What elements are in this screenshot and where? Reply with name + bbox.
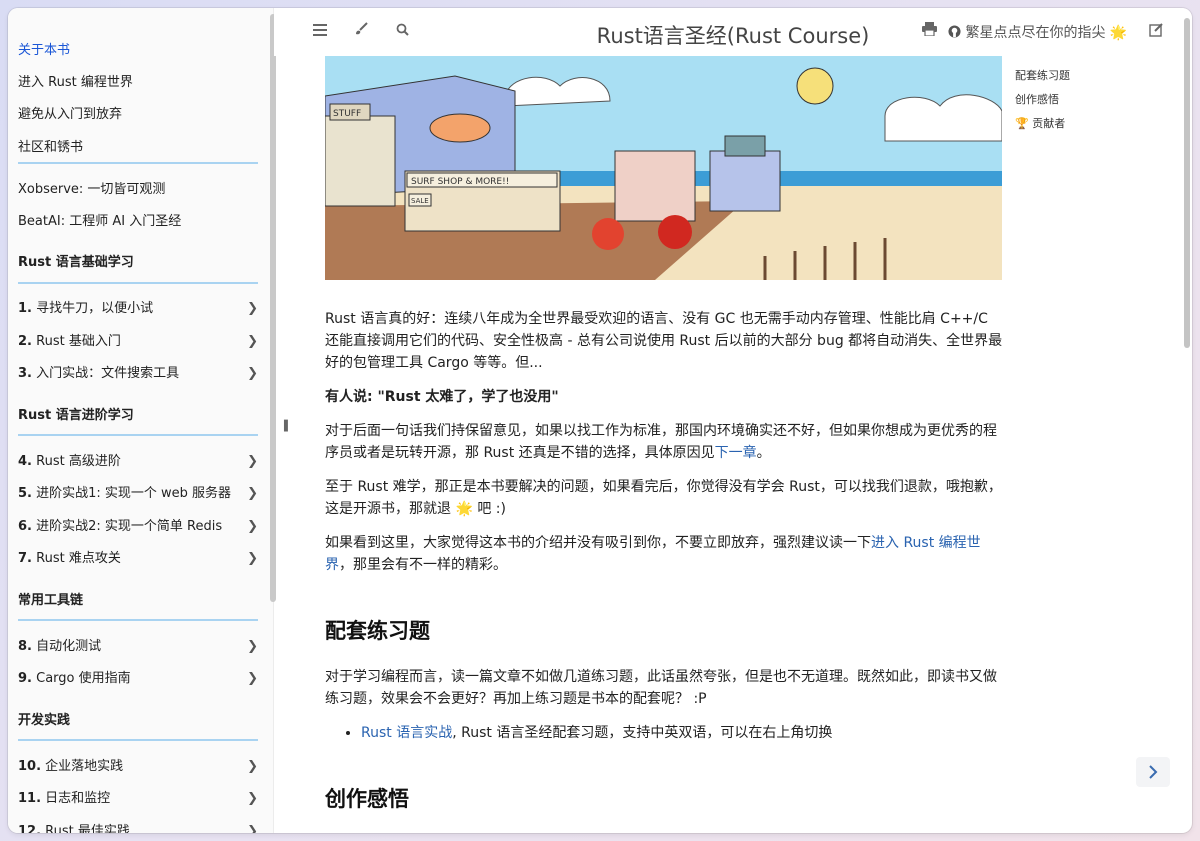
- chevron-right-icon[interactable]: ❯: [247, 300, 258, 318]
- browser-window: 关于本书 进入 Rust 编程世界 避免从入门到放弃 社区和锈书 Xobserv…: [8, 8, 1192, 833]
- hero-illustration: STUFF SURF SHOP & MORE!! SALE: [325, 56, 1002, 280]
- chevron-right-icon[interactable]: ❯: [247, 365, 258, 383]
- chevron-right-icon[interactable]: ❯: [247, 453, 258, 471]
- sidebar-item-chapter-12[interactable]: 12. Rust 最佳实践 ❯: [18, 823, 258, 833]
- sidebar-item-chapter-1[interactable]: 1. 寻找牛刀，以便小试 ❯: [18, 300, 258, 318]
- chevron-right-icon[interactable]: ❯: [247, 823, 258, 833]
- main-scrollbar[interactable]: [1184, 18, 1190, 348]
- print-icon[interactable]: [919, 22, 939, 42]
- paragraph-opinion: 对于后面一句话我们持保留意见，如果以找工作为标准，那国内环境确实还不好，但如果你…: [325, 423, 997, 461]
- sidebar-item-about[interactable]: 关于本书: [18, 42, 258, 60]
- sidebar-item-chapter-6[interactable]: 6. 进阶实战2: 实现一个简单 Redis ❯: [18, 518, 258, 536]
- sidebar-item-enter-rust[interactable]: 进入 Rust 编程世界: [18, 74, 258, 92]
- paragraph-refund: 至于 Rust 难学，那正是本书要解决的问题，如果看完后，你觉得没有学会 Rus…: [325, 479, 1002, 517]
- intro-paragraph: Rust 语言真的好：连续八年成为全世界最受欢迎的语言、没有 GC 也无需手动内…: [325, 311, 1003, 371]
- heading-feelings[interactable]: 创作感悟: [325, 788, 1005, 810]
- chevron-right-icon[interactable]: ❯: [247, 638, 258, 656]
- chevron-right-icon[interactable]: ❯: [247, 550, 258, 568]
- sidebar-item-beatai[interactable]: BeatAI: 工程师 AI 入门圣经: [18, 213, 258, 231]
- sign-sale-text: SALE: [411, 197, 429, 205]
- chevron-right-icon: [1148, 761, 1158, 782]
- sidebar-section-toolchain: 常用工具链: [18, 593, 84, 608]
- sidebar-item-community[interactable]: 社区和锈书: [18, 139, 258, 157]
- chevron-right-icon[interactable]: ❯: [247, 670, 258, 688]
- sidebar-section-practice: 开发实践: [18, 713, 71, 728]
- next-chapter-link[interactable]: 下一章: [715, 445, 757, 461]
- sidebar-item-avoid-giving-up[interactable]: 避免从入门到放弃: [18, 106, 258, 124]
- sidebar-section-advanced: Rust 语言进阶学习: [18, 408, 134, 423]
- sidebar-divider: [18, 434, 258, 436]
- rust-practice-link[interactable]: Rust 语言实战: [361, 725, 452, 741]
- menu-bar: Rust语言圣经(Rust Course) 繁星点点尽在你的指尖 🌟: [274, 8, 1192, 56]
- sidebar-item-chapter-10[interactable]: 10. 企业落地实践 ❯: [18, 758, 258, 776]
- github-icon: [948, 25, 965, 41]
- sidebar-divider: [18, 162, 258, 164]
- list-item: Rust 语言实战, Rust 语言圣经配套习题，支持中英双语，可以在右上角切换: [361, 722, 1005, 744]
- chevron-right-icon[interactable]: ❯: [247, 333, 258, 351]
- toc-item-exercise[interactable]: 配套练习题: [1015, 64, 1070, 88]
- sidebar-section-basics: Rust 语言基础学习: [18, 255, 134, 270]
- sign-shop-text: SURF SHOP & MORE!!: [411, 177, 509, 187]
- sidebar-item-chapter-9[interactable]: 9. Cargo 使用指南 ❯: [18, 670, 258, 688]
- sidebar-item-xobserve[interactable]: Xobserve: 一切皆可观测: [18, 181, 258, 199]
- sidebar-item-chapter-5[interactable]: 5. 进阶实战1: 实现一个 web 服务器 ❯: [18, 485, 258, 503]
- article: Rust 语言真的好：连续八年成为全世界最受欢迎的语言、没有 GC 也无需手动内…: [325, 308, 1005, 833]
- heading-exercise[interactable]: 配套练习题: [325, 620, 1005, 642]
- toc-item-contributors[interactable]: 🏆 贡献者: [1015, 112, 1070, 136]
- github-link[interactable]: 繁星点点尽在你的指尖 🌟: [948, 22, 1127, 42]
- sidebar: 关于本书 进入 Rust 编程世界 避免从入门到放弃 社区和锈书 Xobserv…: [8, 8, 274, 833]
- chevron-right-icon[interactable]: ❯: [247, 485, 258, 503]
- next-page-button[interactable]: [1136, 757, 1170, 787]
- exercise-list: Rust 语言实战, Rust 语言圣经配套习题，支持中英双语，可以在右上角切换: [325, 722, 1005, 744]
- sidebar-item-chapter-11[interactable]: 11. 日志和监控 ❯: [18, 790, 258, 808]
- sidebar-divider: [18, 282, 258, 284]
- sidebar-divider: [18, 739, 258, 741]
- sidebar-item-chapter-4[interactable]: 4. Rust 高级进阶 ❯: [18, 453, 258, 471]
- sidebar-item-chapter-7[interactable]: 7. Rust 难点攻关 ❯: [18, 550, 258, 568]
- toc-item-feelings[interactable]: 创作感悟: [1015, 88, 1070, 112]
- sign-stuff-text: STUFF: [333, 109, 361, 119]
- sidebar-item-chapter-3[interactable]: 3. 入门实战：文件搜索工具 ❯: [18, 365, 258, 383]
- sidebar-divider: [18, 619, 258, 621]
- chevron-right-icon[interactable]: ❯: [247, 758, 258, 776]
- chevron-right-icon[interactable]: ❯: [247, 518, 258, 536]
- edit-icon[interactable]: [1146, 22, 1166, 42]
- page-toc: 配套练习题 创作感悟 🏆 贡献者: [1015, 64, 1070, 136]
- paragraph-exercise: 对于学习编程而言，读一篇文章不如做几道练习题，此话虽然夸张，但是也不无道理。既然…: [325, 669, 997, 707]
- sidebar-item-chapter-8[interactable]: 8. 自动化测试 ❯: [18, 638, 258, 656]
- quote-paragraph: 有人说: "Rust 太难了，学了也没用": [325, 389, 559, 405]
- paragraph-suggestion: 如果看到这里，大家觉得这本书的介绍并没有吸引到你，不要立即放弃，强烈建议读一下进…: [325, 535, 981, 573]
- chevron-right-icon[interactable]: ❯: [247, 790, 258, 808]
- sidebar-item-chapter-2[interactable]: 2. Rust 基础入门 ❯: [18, 333, 258, 351]
- main-content: Rust语言圣经(Rust Course) 繁星点点尽在你的指尖 🌟 STUFF…: [274, 8, 1192, 833]
